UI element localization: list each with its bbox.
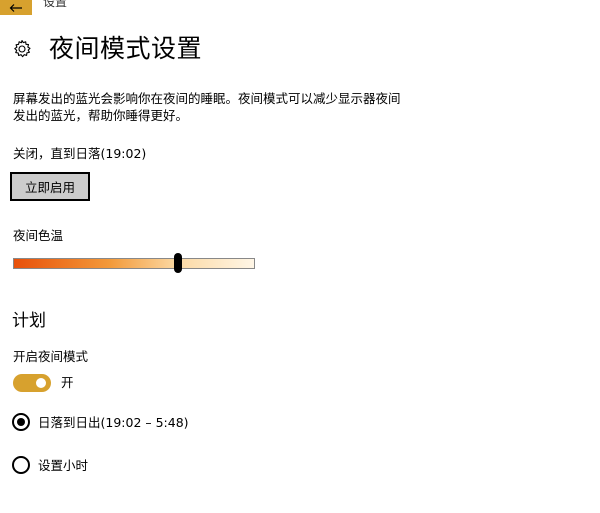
enable-now-button[interactable]: 立即启用	[10, 172, 90, 201]
page-title: 夜间模式设置	[49, 34, 203, 63]
back-button[interactable]	[0, 0, 32, 15]
color-temperature-slider[interactable]	[13, 253, 255, 273]
radio-set-hours[interactable]: 设置小时	[12, 456, 88, 474]
gear-icon	[14, 39, 31, 58]
slider-track[interactable]	[13, 258, 255, 269]
radio-sunset-to-sunrise[interactable]: 日落到日出(19:02 – 5:48)	[12, 413, 189, 431]
slider-thumb[interactable]	[173, 253, 182, 273]
status-text: 关闭，直到日落(19:02)	[13, 146, 147, 161]
radio-label: 设置小时	[38, 457, 89, 473]
toggle-state-text: 开	[61, 375, 74, 390]
color-temperature-label: 夜间色温	[13, 228, 64, 243]
window-title: 设置	[43, 0, 68, 9]
schedule-toggle[interactable]	[13, 374, 51, 392]
toggle-knob	[36, 378, 46, 388]
night-light-settings-page: 设置 夜间模式设置 屏幕发出的蓝光会影响你在夜间的睡眠。夜间模式可以减少显示器夜…	[0, 0, 600, 513]
description-text: 屏幕发出的蓝光会影响你在夜间的睡眠。夜间模式可以减少显示器夜间发出的蓝光，帮助你…	[13, 91, 401, 123]
back-arrow-icon	[9, 3, 22, 12]
radio-selected-dot	[17, 418, 25, 426]
schedule-toggle-label: 开启夜间模式	[13, 349, 89, 364]
radio-button[interactable]	[12, 456, 30, 474]
radio-label: 日落到日出(19:02 – 5:48)	[38, 414, 189, 430]
schedule-section-title: 计划	[12, 311, 46, 331]
radio-button[interactable]	[12, 413, 30, 431]
